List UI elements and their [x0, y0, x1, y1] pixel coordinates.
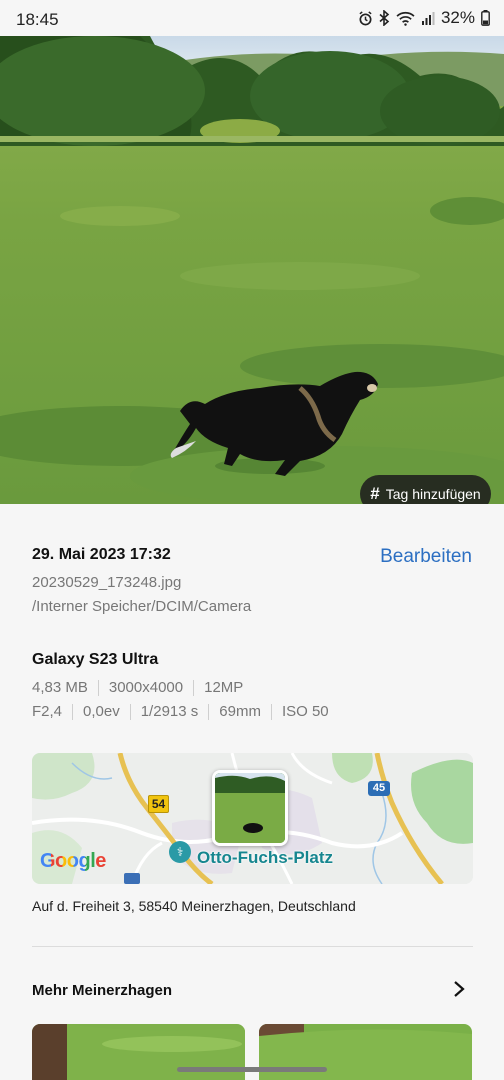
- file-path: /Interner Speicher/DCIM/Camera: [32, 598, 252, 615]
- status-time: 18:45: [16, 10, 59, 29]
- add-tag-label: Tag hinzufügen: [385, 486, 481, 502]
- wifi-icon: [396, 11, 415, 26]
- place-label: Otto-Fuchs-Platz: [197, 848, 333, 867]
- photo-date: 29. Mai 2023 17:32: [32, 546, 171, 563]
- file-size: 4,83 MB: [32, 679, 88, 696]
- photo-image: [0, 36, 504, 504]
- alarm-icon: [358, 10, 373, 26]
- photo-view[interactable]: # Tag hinzufügen: [0, 36, 504, 504]
- separator: [208, 703, 210, 720]
- google-logo: Google: [40, 850, 106, 872]
- highway-badge-45: 45: [368, 781, 390, 796]
- battery-level: 32%: [440, 8, 475, 27]
- status-icons: 32%: [358, 8, 490, 28]
- exposure-value: 0,0ev: [83, 703, 120, 720]
- bluetooth-icon: [379, 10, 390, 26]
- chevron-right-icon[interactable]: [452, 980, 466, 998]
- edit-button[interactable]: Bearbeiten: [380, 546, 472, 568]
- megapixels: 12MP: [204, 679, 244, 696]
- signal-icon: [421, 11, 435, 25]
- camera-meta-row: F2,4 0,0ev 1/2913 s 69mm ISO 50: [32, 703, 329, 720]
- separator: [129, 703, 131, 720]
- home-indicator[interactable]: [177, 1067, 327, 1072]
- more-section-title[interactable]: Mehr Meinerzhagen: [32, 982, 172, 999]
- separator: [193, 679, 195, 696]
- bus-stop-icon: [124, 873, 140, 884]
- focal-length: 69mm: [219, 703, 261, 720]
- iso: ISO 50: [281, 703, 329, 720]
- shutter-speed: 1/2913 s: [140, 703, 199, 720]
- divider: [32, 946, 473, 947]
- aperture: F2,4: [32, 703, 63, 720]
- road-badge-54: 54: [148, 795, 169, 813]
- file-name: 20230529_173248.jpg: [32, 574, 182, 591]
- battery-icon: [481, 10, 490, 26]
- location-address: Auf d. Freiheit 3, 58540 Meinerzhagen, D…: [32, 898, 356, 914]
- separator: [72, 703, 74, 720]
- map-photo-thumbnail[interactable]: [212, 770, 288, 846]
- separator: [97, 679, 99, 696]
- resolution: 3000x4000: [108, 679, 184, 696]
- status-bar: 18:45 32%: [0, 0, 504, 36]
- device-name: Galaxy S23 Ultra: [32, 651, 159, 668]
- place-pin-icon: ⚕: [169, 841, 191, 863]
- add-tag-button[interactable]: # Tag hinzufügen: [360, 475, 491, 504]
- hashtag-icon: #: [370, 484, 380, 503]
- separator: [270, 703, 272, 720]
- file-meta-row: 4,83 MB 3000x4000 12MP: [32, 679, 243, 696]
- thumbnail-image: [215, 773, 285, 843]
